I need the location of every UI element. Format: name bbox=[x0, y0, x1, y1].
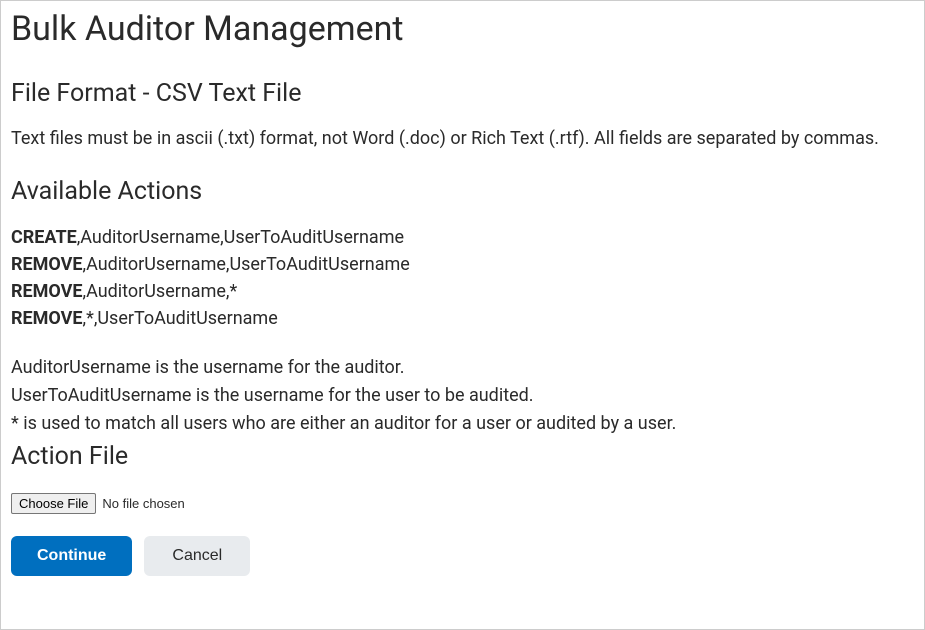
action-params: ,AuditorUsername,* bbox=[83, 281, 238, 302]
available-actions-explanations: AuditorUsername is the username for the … bbox=[11, 354, 914, 438]
file-chosen-status: No file chosen bbox=[102, 496, 184, 511]
page-title: Bulk Auditor Management bbox=[11, 9, 914, 49]
available-actions-heading: Available Actions bbox=[11, 177, 914, 206]
action-params: ,AuditorUsername,UserToAuditUsername bbox=[77, 227, 404, 248]
action-file-heading: Action File bbox=[11, 442, 914, 471]
cancel-button[interactable]: Cancel bbox=[144, 536, 250, 576]
action-row: REMOVE,*,UserToAuditUsername bbox=[11, 305, 914, 332]
available-actions-list: CREATE,AuditorUsername,UserToAuditUserna… bbox=[11, 224, 914, 332]
file-format-description: Text files must be in ascii (.txt) forma… bbox=[11, 126, 914, 151]
action-row: REMOVE,AuditorUsername,* bbox=[11, 278, 914, 305]
choose-file-button[interactable]: Choose File bbox=[11, 493, 96, 514]
action-command: REMOVE bbox=[11, 254, 83, 275]
action-params: ,AuditorUsername,UserToAuditUsername bbox=[83, 254, 410, 275]
action-command: REMOVE bbox=[11, 308, 83, 329]
action-params: ,*,UserToAuditUsername bbox=[83, 308, 278, 329]
action-command: REMOVE bbox=[11, 281, 83, 302]
action-row: REMOVE,AuditorUsername,UserToAuditUserna… bbox=[11, 251, 914, 278]
explanation-line: AuditorUsername is the username for the … bbox=[11, 354, 914, 382]
page-container: Bulk Auditor Management File Format - CS… bbox=[1, 1, 924, 590]
file-input-row: Choose File No file chosen bbox=[11, 493, 185, 514]
action-command: CREATE bbox=[11, 227, 77, 248]
explanation-line: UserToAuditUsername is the username for … bbox=[11, 382, 914, 410]
file-format-heading: File Format - CSV Text File bbox=[11, 79, 914, 108]
action-row: CREATE,AuditorUsername,UserToAuditUserna… bbox=[11, 224, 914, 251]
continue-button[interactable]: Continue bbox=[11, 536, 132, 576]
button-row: Continue Cancel bbox=[11, 536, 914, 576]
explanation-line: * is used to match all users who are eit… bbox=[11, 410, 914, 438]
